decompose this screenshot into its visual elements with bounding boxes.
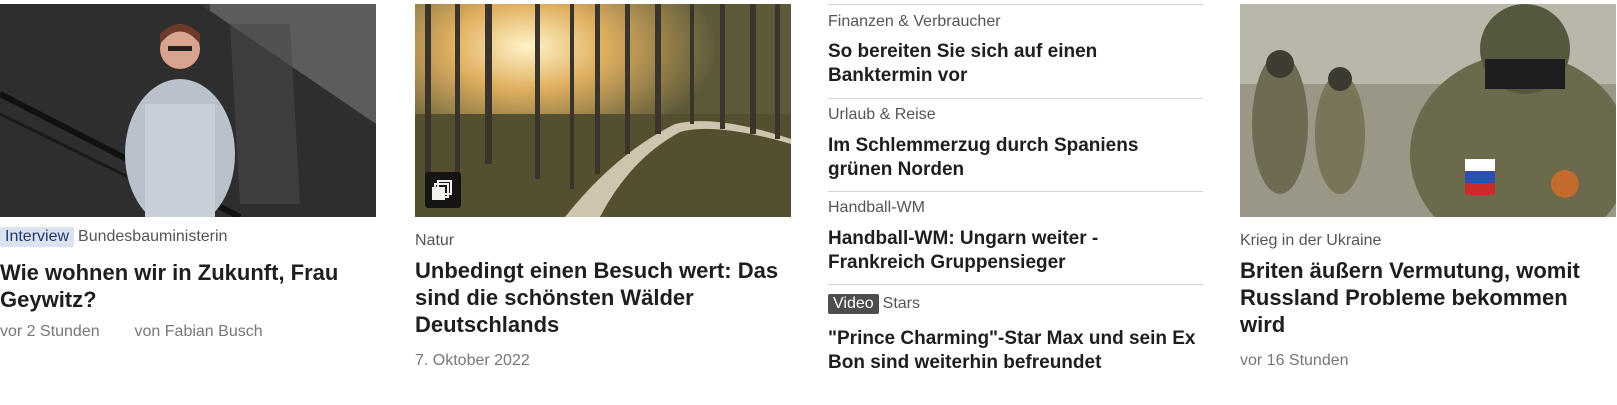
article-author[interactable]: von Fabian Busch (135, 323, 263, 340)
article-byline: vor 2 Stunden von Fabian Busch (0, 323, 263, 341)
article-meta: Interview Bundesbauministerin (0, 227, 227, 247)
teaser-title[interactable]: So bereiten Sie sich auf einen Banktermi… (828, 40, 1200, 88)
teaser-title[interactable]: "Prince Charming"-Star Max und sein Ex B… (828, 327, 1200, 375)
article-kicker: Natur (415, 232, 455, 249)
article-kicker: Krieg in der Ukraine (1240, 232, 1382, 249)
article-image-soldiers[interactable] (1240, 4, 1616, 217)
article-date: 7. Oktober 2022 (415, 352, 530, 369)
teaser-kicker: Stars (882, 295, 920, 312)
teaser-kicker: Handball-WM (828, 199, 925, 216)
divider (828, 4, 1203, 5)
divider (828, 191, 1203, 192)
article-headline[interactable]: Unbedingt einen Besuch wert: Das sind di… (415, 257, 790, 338)
article-headline[interactable]: Wie wohnen wir in Zukunft, Frau Geywitz? (0, 259, 370, 313)
teaser-title[interactable]: Handball-WM: Ungarn weiter - Frankreich … (828, 227, 1200, 275)
article-kicker: Bundesbauministerin (78, 228, 228, 245)
video-tag: Video (828, 294, 879, 314)
interview-tag: Interview (0, 227, 75, 247)
teaser-kicker: Urlaub & Reise (828, 106, 936, 123)
article-image-geywitz[interactable] (0, 4, 376, 217)
article-headline[interactable]: Briten äußern Vermutung, womit Russland … (1240, 257, 1615, 338)
divider (828, 284, 1203, 285)
teaser-meta: Video Stars (828, 294, 920, 314)
article-image-forest[interactable] (415, 4, 791, 217)
divider (828, 98, 1203, 99)
article-time: vor 2 Stunden (0, 323, 100, 340)
gallery-icon (425, 172, 461, 208)
teaser-title[interactable]: Im Schlemmerzug durch Spaniens grünen No… (828, 134, 1200, 182)
article-time: vor 16 Stunden (1240, 352, 1349, 369)
teaser-kicker: Finanzen & Verbraucher (828, 13, 1001, 30)
